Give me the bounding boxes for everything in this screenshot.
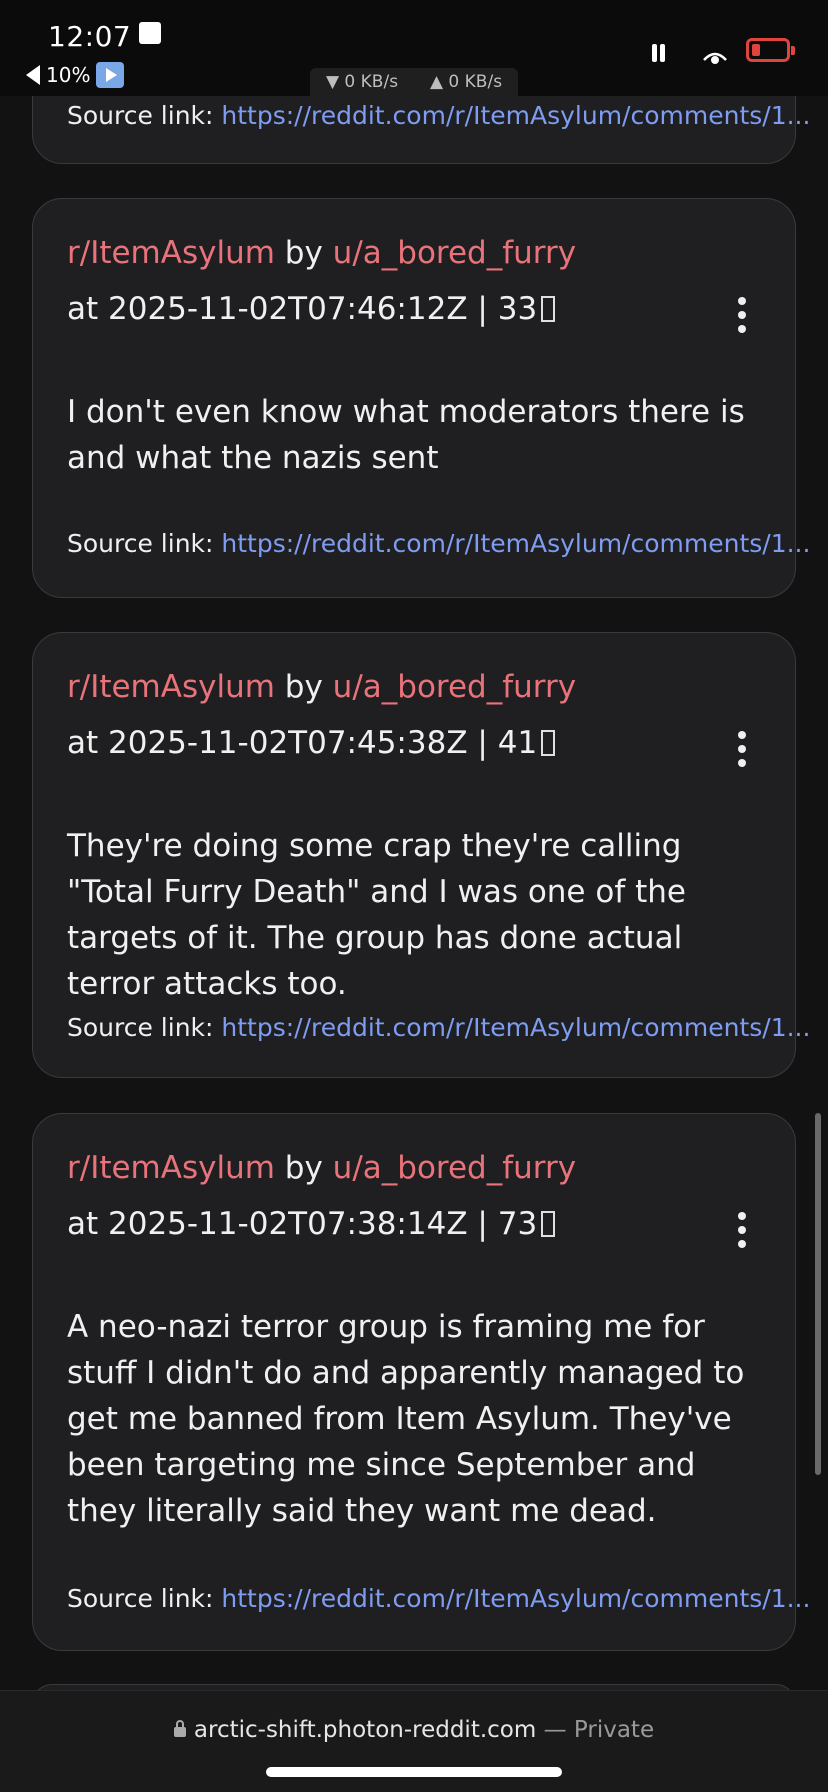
url-domain: arctic-shift.photon-reddit.com [193, 1717, 537, 1743]
post-timestamp-line: at 2025-11-02T07:38:14Z | 73 [67, 1206, 556, 1242]
eye-icon [703, 52, 727, 64]
scrollbar[interactable] [815, 1113, 821, 1475]
source-link[interactable]: https://reddit.com/r/ItemAsylum/comments… [221, 529, 810, 558]
clock: 12:07 [48, 20, 162, 53]
timestamp-score: at 2025-11-02T07:38:14Z | 73 [67, 1206, 538, 1242]
clock-time: 12:07 [48, 20, 132, 53]
lock-icon [173, 1720, 186, 1737]
by-label: by [284, 1150, 323, 1186]
more-options-icon[interactable] [737, 731, 747, 767]
url-row[interactable]: arctic-shift.photon-reddit.com — Private [0, 1717, 828, 1743]
user-link[interactable]: u/a_bored_furry [333, 235, 576, 271]
user-link[interactable]: u/a_bored_furry [333, 669, 576, 705]
source-line: Source link: https://reddit.com/r/ItemAs… [67, 529, 810, 558]
missing-glyph-icon [541, 296, 556, 322]
timestamp-score: at 2025-11-02T07:46:12Z | 33 [67, 291, 538, 327]
post-timestamp-line: at 2025-11-02T07:45:38Z | 41 [67, 725, 556, 761]
private-mode-label: Private [573, 1717, 655, 1743]
back-row: 10% [26, 62, 125, 88]
post-card: r/ItemAsylum by u/a_bored_furry at 2025-… [32, 632, 810, 1078]
by-label: by [284, 669, 323, 705]
browser-address-bar[interactable]: arctic-shift.photon-reddit.com — Private [0, 1690, 828, 1792]
post-card: r/ItemAsylum by u/a_bored_furry at 2025-… [32, 198, 810, 598]
source-label: Source link: [67, 1013, 214, 1042]
source-label: Source link: [67, 101, 214, 130]
source-line: Source link: https://reddit.com/r/ItemAs… [67, 1013, 810, 1042]
post-body: They're doing some crap they're calling … [67, 828, 686, 1002]
upload-speed: ▲ 0 KB/s [429, 72, 503, 92]
source-line: Source link: https://reddit.com/r/ItemAs… [67, 1584, 810, 1613]
post-header: r/ItemAsylum by u/a_bored_furry [67, 1150, 576, 1186]
subreddit-link[interactable]: r/ItemAsylum [67, 1150, 275, 1186]
missing-glyph-icon [541, 1211, 556, 1237]
missing-glyph-icon [541, 730, 556, 756]
post-body: I don't even know what moderators there … [67, 394, 745, 476]
post-body: A neo-nazi terror group is framing me fo… [67, 1309, 745, 1529]
battery-percent: 10% [46, 63, 91, 87]
user-link[interactable]: u/a_bored_furry [333, 1150, 576, 1186]
post-card: r/ItemAsylum by u/a_bored_furry at 2025-… [32, 1113, 810, 1651]
post-header: r/ItemAsylum by u/a_bored_furry [67, 669, 576, 705]
back-arrow-icon[interactable] [26, 65, 40, 85]
post-timestamp-line: at 2025-11-02T07:46:12Z | 33 [67, 291, 556, 327]
source-line: Source link: https://reddit.com/r/ItemAs… [67, 101, 810, 130]
notification-icon [139, 22, 162, 44]
play-icon [96, 62, 125, 88]
subreddit-link[interactable]: r/ItemAsylum [67, 235, 275, 271]
source-link[interactable]: https://reddit.com/r/ItemAsylum/comments… [221, 1013, 810, 1042]
post-header: r/ItemAsylum by u/a_bored_furry [67, 235, 576, 271]
by-label: by [284, 235, 323, 271]
source-label: Source link: [67, 529, 214, 558]
battery-icon [746, 38, 795, 62]
network-speed-indicator: ▼ 0 KB/s ▲ 0 KB/s [310, 68, 518, 96]
more-options-icon[interactable] [737, 297, 747, 333]
signal-icon [652, 44, 665, 62]
source-link[interactable]: https://reddit.com/r/ItemAsylum/comments… [221, 101, 810, 130]
subreddit-link[interactable]: r/ItemAsylum [67, 669, 275, 705]
more-options-icon[interactable] [737, 1212, 747, 1248]
status-bar: 12:07 10% ▼ 0 KB/s ▲ 0 KB/s [0, 0, 828, 96]
home-indicator[interactable] [266, 1767, 562, 1777]
timestamp-score: at 2025-11-02T07:45:38Z | 41 [67, 725, 538, 761]
source-link[interactable]: https://reddit.com/r/ItemAsylum/comments… [221, 1584, 810, 1613]
download-speed: ▼ 0 KB/s [325, 72, 399, 92]
url-separator: — [543, 1717, 567, 1743]
source-label: Source link: [67, 1584, 214, 1613]
